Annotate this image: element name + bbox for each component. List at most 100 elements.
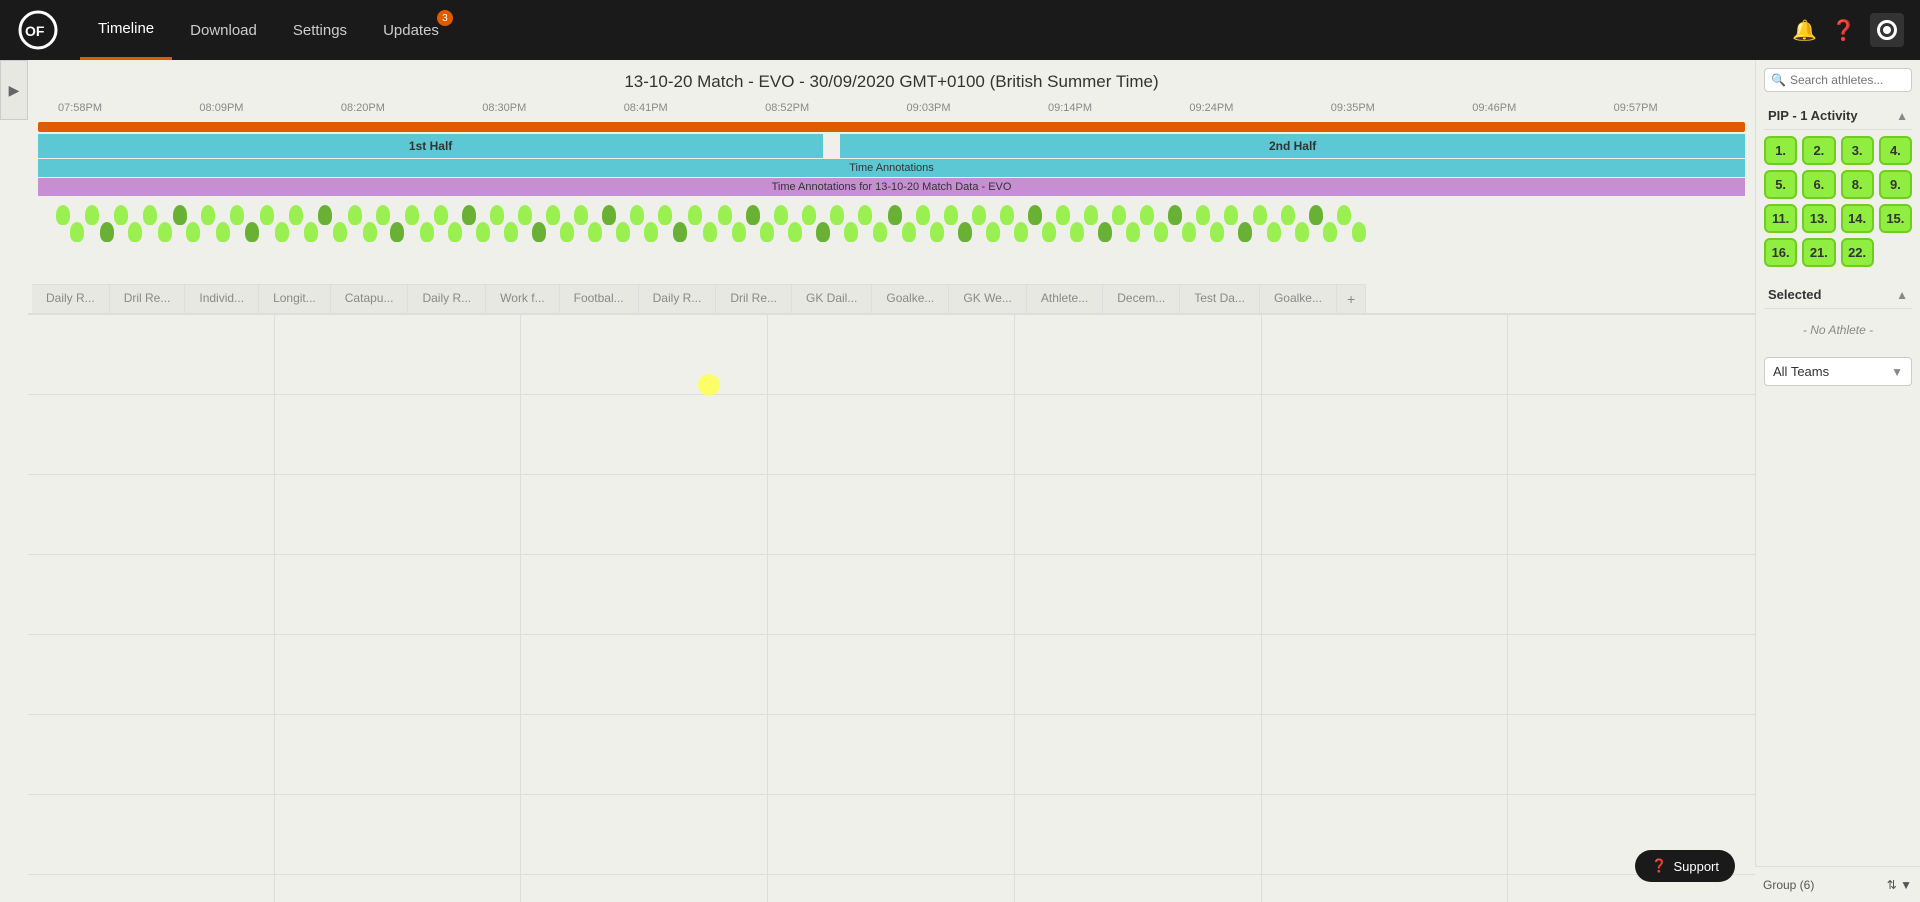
player-dot <box>1000 205 1014 225</box>
player-dot <box>802 205 816 225</box>
notification-icon[interactable]: 🔔 <box>1792 18 1817 43</box>
player-dot <box>888 205 902 225</box>
player-badge-22.[interactable]: 22. <box>1841 238 1874 267</box>
player-dot <box>1140 205 1154 225</box>
player-dot <box>1070 222 1084 242</box>
tab-item-13[interactable]: Athlete... <box>1027 284 1103 313</box>
player-badge-15.[interactable]: 15. <box>1879 204 1912 233</box>
grid-cell <box>1262 715 1509 795</box>
player-dot <box>844 222 858 242</box>
player-badge-1.[interactable]: 1. <box>1764 136 1797 165</box>
grid-cell <box>521 555 768 635</box>
grid-cell <box>521 875 768 902</box>
grid-cell <box>1508 475 1755 555</box>
time-tick: 09:46PM <box>1472 102 1613 114</box>
player-dot <box>673 222 687 242</box>
grid-cell <box>521 795 768 875</box>
grid-area <box>28 314 1755 902</box>
all-teams-dropdown[interactable]: All Teams ▼ <box>1764 357 1912 386</box>
player-dot <box>333 222 347 242</box>
tab-item-5[interactable]: Daily R... <box>408 284 486 313</box>
player-badge-6.[interactable]: 6. <box>1802 170 1835 199</box>
group-footer-icons[interactable]: ⇅ ▼ <box>1887 878 1912 892</box>
updates-badge: 3 <box>437 10 453 26</box>
app-logo[interactable]: OF <box>16 8 60 52</box>
player-dot <box>128 222 142 242</box>
tab-item-9[interactable]: Dril Re... <box>716 284 792 313</box>
top-navigation: OF Timeline Download Settings Updates 3 … <box>0 0 1920 60</box>
search-input[interactable] <box>1790 73 1905 87</box>
player-dot <box>560 222 574 242</box>
player-dot <box>1309 205 1323 225</box>
tab-item-14[interactable]: Decem... <box>1103 284 1180 313</box>
player-dot <box>972 205 986 225</box>
time-ruler: 07:58PM08:09PM08:20PM08:30PM08:41PM08:52… <box>28 98 1755 116</box>
player-badge-16.[interactable]: 16. <box>1764 238 1797 267</box>
add-tab-button[interactable]: + <box>1337 284 1366 313</box>
player-badge-3.[interactable]: 3. <box>1841 136 1874 165</box>
search-box[interactable]: 🔍 <box>1764 68 1912 92</box>
tabs-row: Daily R...Dril Re...Individ...Longit...C… <box>28 284 1755 314</box>
time-tick: 08:30PM <box>482 102 623 114</box>
nav-settings[interactable]: Settings <box>275 0 365 60</box>
player-dot <box>1224 205 1238 225</box>
tab-item-0[interactable]: Daily R... <box>32 284 110 313</box>
player-dot <box>1323 222 1337 242</box>
grid-cell <box>768 795 1015 875</box>
player-badge-13.[interactable]: 13. <box>1802 204 1835 233</box>
player-dot <box>348 205 362 225</box>
player-dot <box>532 222 546 242</box>
player-dot <box>1295 222 1309 242</box>
tab-item-8[interactable]: Daily R... <box>639 284 717 313</box>
tab-item-1[interactable]: Dril Re... <box>110 284 186 313</box>
player-badge-11.[interactable]: 11. <box>1764 204 1797 233</box>
grid-cell <box>1262 875 1509 902</box>
player-dot <box>420 222 434 242</box>
tab-item-11[interactable]: Goalke... <box>872 284 949 313</box>
tab-item-7[interactable]: Footbal... <box>560 284 639 313</box>
tab-item-10[interactable]: GK Dail... <box>792 284 872 313</box>
player-dot <box>304 222 318 242</box>
time-tick: 08:09PM <box>199 102 340 114</box>
sidebar-expand-button[interactable]: ▶ <box>0 60 28 120</box>
player-dot <box>546 205 560 225</box>
selected-collapse-arrow[interactable]: ▲ <box>1896 288 1908 302</box>
nav-timeline[interactable]: Timeline <box>80 0 172 60</box>
pip-collapse-arrow[interactable]: ▲ <box>1896 109 1908 123</box>
grid-cell <box>275 555 522 635</box>
grid-cell <box>1015 395 1262 475</box>
grid-cell <box>275 875 522 902</box>
help-icon[interactable]: ❓ <box>1831 18 1856 43</box>
grid-cell <box>1015 475 1262 555</box>
player-dot <box>1126 222 1140 242</box>
pip-section-header: PIP - 1 Activity ▲ <box>1764 102 1912 130</box>
tab-item-3[interactable]: Longit... <box>259 284 331 313</box>
player-dot <box>630 205 644 225</box>
nav-download[interactable]: Download <box>172 0 275 60</box>
halves-row: 1st Half 2nd Half <box>38 134 1745 158</box>
player-badge-14.[interactable]: 14. <box>1841 204 1874 233</box>
tab-item-4[interactable]: Catapu... <box>331 284 409 313</box>
player-dot <box>275 222 289 242</box>
player-dot <box>732 222 746 242</box>
player-dot <box>688 205 702 225</box>
time-tick: 08:20PM <box>341 102 482 114</box>
player-badge-21.[interactable]: 21. <box>1802 238 1835 267</box>
nav-updates[interactable]: Updates 3 <box>365 0 457 60</box>
grid-cell <box>1262 475 1509 555</box>
tab-item-12[interactable]: GK We... <box>949 284 1026 313</box>
tab-item-2[interactable]: Individ... <box>185 284 259 313</box>
tab-item-6[interactable]: Work f... <box>486 284 559 313</box>
player-dot <box>760 222 774 242</box>
player-badge-9.[interactable]: 9. <box>1879 170 1912 199</box>
grid-cell <box>521 475 768 555</box>
player-badge-4.[interactable]: 4. <box>1879 136 1912 165</box>
player-dot <box>1196 205 1210 225</box>
grid-cell <box>1015 875 1262 902</box>
player-badge-8.[interactable]: 8. <box>1841 170 1874 199</box>
support-button[interactable]: ❓ Support <box>1635 850 1735 882</box>
tab-item-16[interactable]: Goalke... <box>1260 284 1337 313</box>
player-badge-2.[interactable]: 2. <box>1802 136 1835 165</box>
player-badge-5.[interactable]: 5. <box>1764 170 1797 199</box>
tab-item-15[interactable]: Test Da... <box>1180 284 1260 313</box>
